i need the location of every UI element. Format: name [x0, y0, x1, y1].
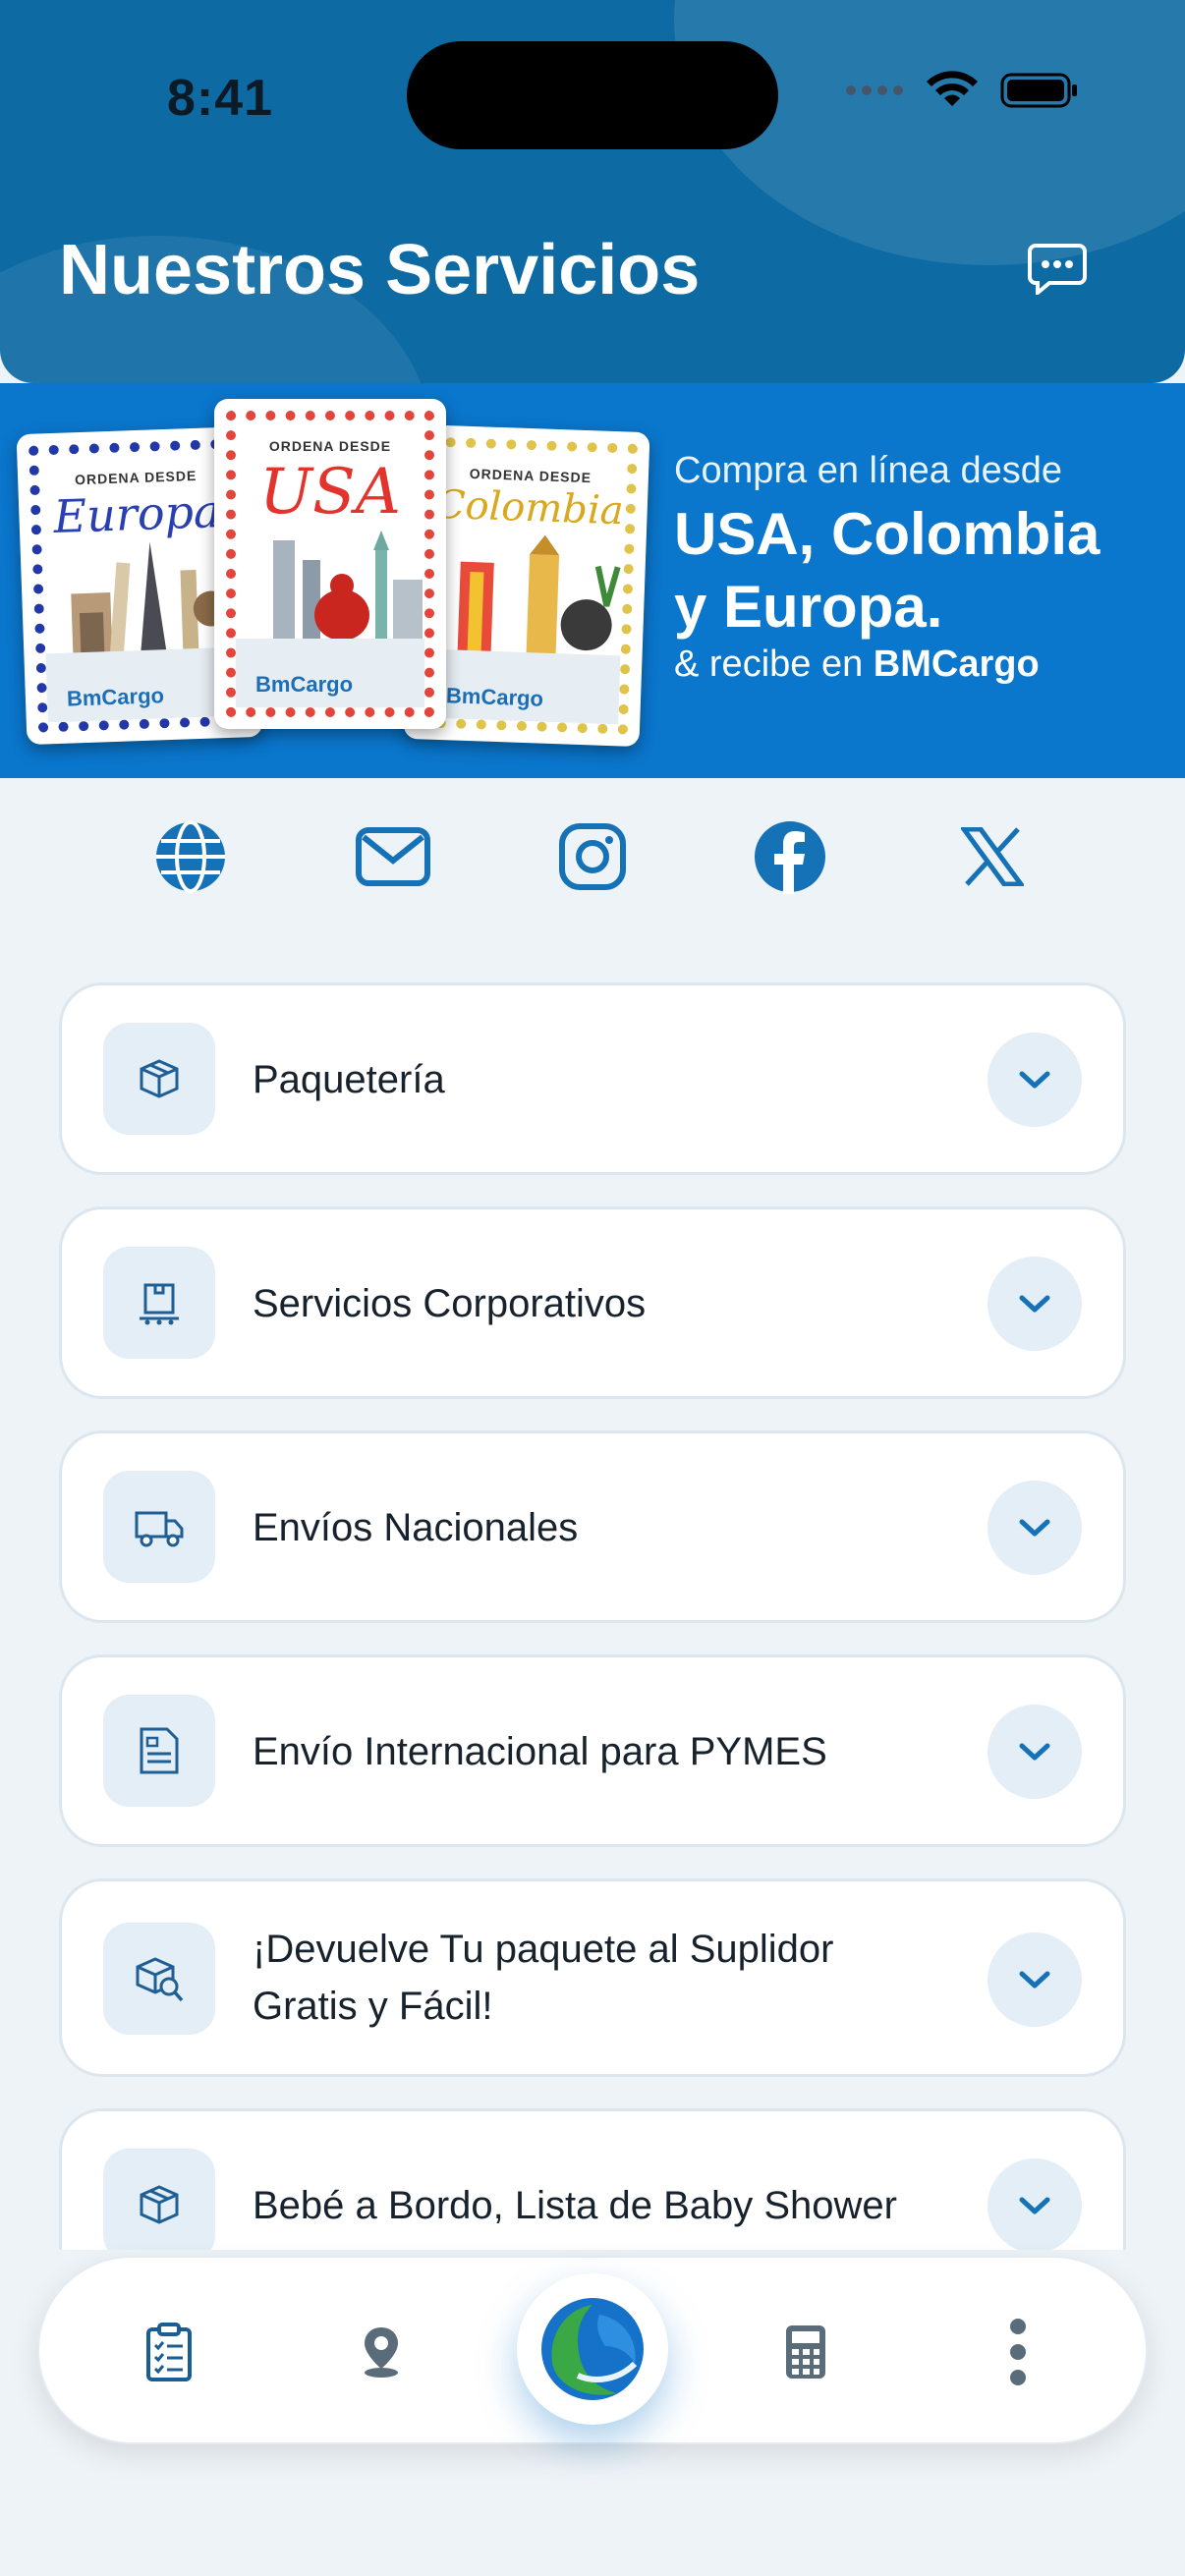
globe-logo-icon	[541, 2298, 644, 2400]
banner-text: Compra en línea desde USA, Colombia y Eu…	[674, 450, 1100, 686]
mail-icon[interactable]	[354, 817, 432, 896]
chevron-down-icon[interactable]	[988, 1705, 1082, 1799]
service-label: Servicios Corporativos	[253, 1282, 647, 1325]
banner-brand: BMCargo	[873, 644, 1040, 685]
chevron-down-icon[interactable]	[988, 1257, 1082, 1351]
service-card-corporativos[interactable]: Servicios Corporativos	[59, 1206, 1126, 1399]
chevron-down-icon[interactable]	[988, 1033, 1082, 1127]
globe-icon[interactable]	[151, 817, 230, 896]
page-title: Nuestros Servicios	[59, 231, 701, 309]
wifi-icon	[927, 71, 978, 106]
banner-line-4: & recibe en BMCargo	[674, 644, 1100, 686]
banner-line-4-prefix: & recibe en	[674, 644, 874, 685]
service-label: Bebé a Bordo, Lista de Baby Shower	[253, 2184, 897, 2227]
banner-line-3: y Europa.	[674, 574, 943, 640]
promo-banner[interactable]: ORDENA DESDE Europa BmCargo ORDENA DESDE…	[0, 383, 1185, 778]
instagram-icon[interactable]	[553, 817, 632, 896]
chevron-down-icon[interactable]	[988, 2158, 1082, 2253]
service-label: Envío Internacional para PYMES	[253, 1730, 827, 1773]
usa-landmarks-image	[273, 531, 423, 648]
service-card-pymes[interactable]: Envío Internacional para PYMES	[59, 1654, 1126, 1847]
package-icon	[103, 1023, 215, 1135]
stamp-usa: ORDENA DESDE USA BmCargo	[214, 399, 446, 729]
signal-icon	[846, 85, 903, 95]
truck-icon	[103, 1471, 215, 1583]
service-label: ¡Devuelve Tu paquete al Suplidor Gratis …	[253, 1928, 834, 2028]
location-icon[interactable]	[342, 2313, 421, 2391]
chat-icon[interactable]	[1028, 244, 1087, 295]
calculator-icon[interactable]	[766, 2313, 845, 2391]
x-icon[interactable]	[953, 817, 1032, 896]
clipboard-icon[interactable]	[130, 2313, 208, 2391]
package-search-icon	[103, 1923, 215, 2035]
service-card-devuelve[interactable]: ¡Devuelve Tu paquete al Suplidor Gratis …	[59, 1878, 1126, 2077]
globe-logo-button[interactable]	[517, 2273, 668, 2425]
dynamic-island	[407, 41, 778, 149]
social-links	[0, 817, 1185, 908]
colombia-landmarks-image	[457, 534, 621, 664]
status-time: 8:41	[167, 70, 274, 127]
facebook-icon[interactable]	[751, 817, 829, 896]
banner-line-2: USA, Colombia	[674, 501, 1100, 567]
status-icons	[845, 71, 1079, 110]
stamp-ordena-label: ORDENA DESDE	[268, 438, 392, 454]
document-icon	[103, 1695, 215, 1807]
more-icon[interactable]	[979, 2313, 1057, 2391]
service-card-paqueteria[interactable]: Paquetería	[59, 982, 1126, 1175]
stamp-logo: BmCargo	[255, 672, 354, 697]
corporate-box-icon	[103, 1247, 215, 1359]
stamp-word: Colombia	[434, 481, 625, 534]
service-label: Envíos Nacionales	[253, 1506, 579, 1549]
package-icon	[103, 2149, 215, 2261]
service-label: Paquetería	[253, 1058, 445, 1101]
stamp-logo: BmCargo	[66, 683, 165, 711]
service-card-envios-nacionales[interactable]: Envíos Nacionales	[59, 1430, 1126, 1623]
stamp-logo: BmCargo	[445, 683, 544, 711]
stamp-word: USA	[259, 456, 401, 529]
chevron-down-icon[interactable]	[988, 1481, 1082, 1575]
banner-line-1: Compra en línea desde	[674, 450, 1063, 491]
header: 8:41 Nuestros Servicios	[0, 0, 1185, 383]
battery-icon	[1000, 73, 1077, 108]
chevron-down-icon[interactable]	[988, 1932, 1082, 2027]
